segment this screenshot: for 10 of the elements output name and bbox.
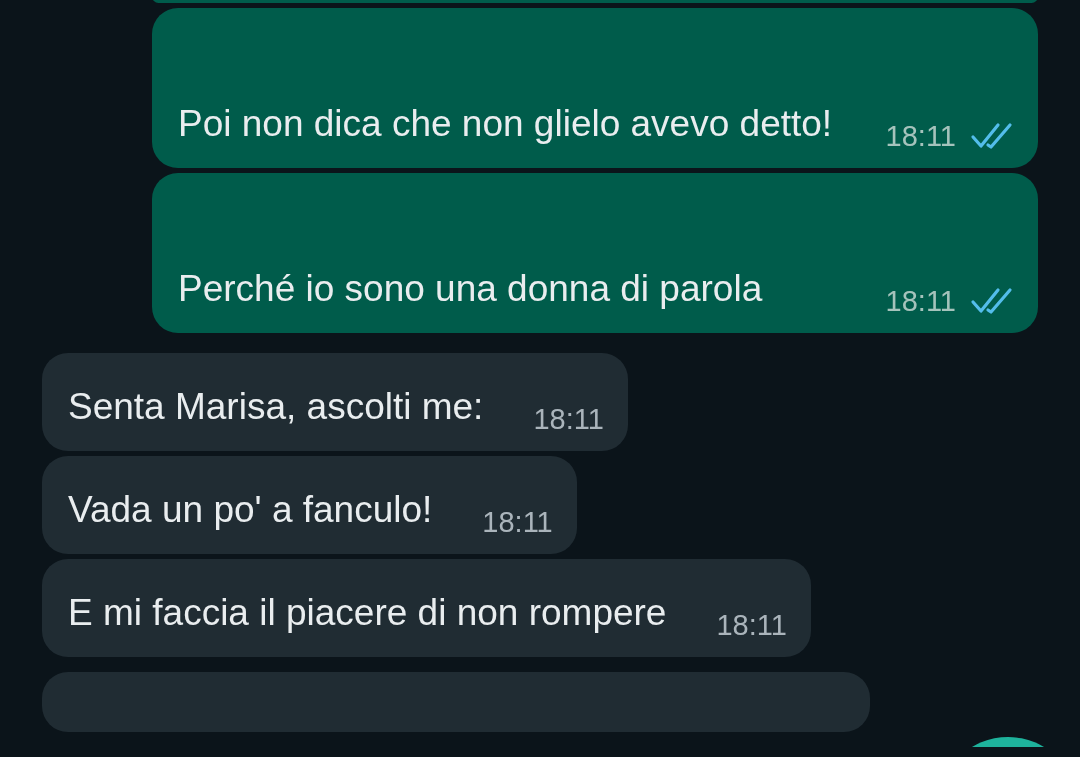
message-text: E mi faccia il piacere di non rompere bbox=[68, 591, 667, 635]
message-text: Vada un po' a fanculo! bbox=[68, 488, 433, 532]
message-text: Perché io sono una donna di parola bbox=[178, 267, 763, 311]
message-time: 18:11 bbox=[533, 402, 604, 437]
message-text: Poi non dica che non glielo avevo detto! bbox=[178, 102, 833, 146]
message-time: 18:11 bbox=[482, 505, 553, 540]
message-time: 18:11 bbox=[716, 608, 787, 643]
message-time: 18:11 bbox=[885, 119, 956, 154]
message-time: 18:11 bbox=[885, 284, 956, 319]
message-text: Senta Marisa, ascolti me: bbox=[68, 385, 484, 429]
